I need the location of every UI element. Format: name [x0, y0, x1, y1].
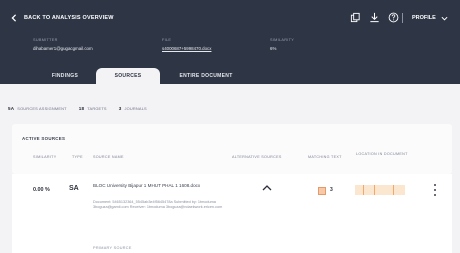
col-similarity[interactable]: SIMILARITY [33, 155, 57, 159]
top-bar: BACK TO ANALYSIS OVERVIEW PROFILE SUBMIT… [0, 0, 460, 84]
primary-source-label: PRIMARY SOURCE [93, 246, 132, 250]
col-source-name[interactable]: SOURCE NAME [93, 155, 124, 159]
col-location-in-document[interactable]: LOCATION IN DOCUMENT [356, 152, 412, 157]
active-sources-title: ACTIVE SOURCES [22, 136, 66, 141]
tab-entire-document[interactable]: ENTIRE DOCUMENT [168, 68, 244, 84]
summary-journals: 3 JOURNALS [118, 106, 147, 111]
location-marker [363, 185, 364, 195]
help-icon[interactable] [388, 12, 399, 23]
file-meta: FILE s4000687+5998470.docx [162, 38, 211, 51]
profile-menu[interactable]: PROFILE [412, 15, 448, 21]
similarity-value: 6% [270, 46, 277, 51]
back-label: BACK TO ANALYSIS OVERVIEW [24, 15, 114, 21]
chevron-left-icon [11, 14, 17, 22]
tab-findings[interactable]: FINDINGS [30, 68, 100, 84]
location-in-document-bar[interactable] [355, 185, 405, 195]
header-divider [402, 13, 403, 23]
summary-sources: 5A SOURCES ASSIGNMENT [8, 106, 67, 111]
submitter-meta: SUBMITTER dihabamer1@gugacgmail.com [33, 38, 93, 51]
location-marker [374, 185, 375, 195]
col-alternative-sources[interactable]: ALTERNATIVE SOURCES [232, 155, 282, 159]
similarity-label: SIMILARITY [270, 38, 295, 42]
header-icons [350, 12, 399, 23]
download-icon[interactable] [369, 12, 380, 23]
col-type[interactable]: TYPE [72, 155, 83, 159]
submitter-label: SUBMITTER [33, 38, 58, 42]
row-type: SA [69, 185, 79, 192]
row-source-name[interactable]: BLOC University Bijapur 1 MHUT PHAL 1 16… [93, 183, 223, 189]
file-label: FILE [162, 38, 172, 42]
copy-icon[interactable] [350, 12, 361, 23]
col-matching-text[interactable]: MATCHING TEXT [308, 155, 342, 159]
submitter-value: dihabamer1@gugacgmail.com [33, 46, 93, 51]
file-link[interactable]: s4000687+5998470.docx [162, 46, 211, 51]
more-options-icon[interactable] [433, 184, 437, 196]
profile-label: PROFILE [412, 15, 436, 21]
matching-text-icon [318, 187, 326, 195]
matching-text-count[interactable]: 3 [330, 187, 333, 193]
source-summary: 5A SOURCES ASSIGNMENT 18 TARGETS 3 JOURNALS [8, 106, 147, 111]
location-marker [393, 185, 394, 195]
back-to-overview-link[interactable]: BACK TO ANALYSIS OVERVIEW [10, 14, 114, 22]
chevron-up-icon[interactable] [262, 184, 272, 192]
tab-sources[interactable]: SOURCES [96, 68, 160, 84]
active-sources-panel [12, 124, 452, 174]
similarity-meta: SIMILARITY 6% [270, 38, 294, 51]
row-similarity: 0.00 % [33, 187, 50, 193]
tab-bar: FINDINGS SOURCES ENTIRE DOCUMENT [0, 64, 460, 84]
chevron-down-icon [441, 16, 448, 21]
row-source-details: Document: 5465132364_5545ab3e4f5645478a … [93, 200, 223, 210]
summary-targets: 18 TARGETS [78, 106, 107, 111]
